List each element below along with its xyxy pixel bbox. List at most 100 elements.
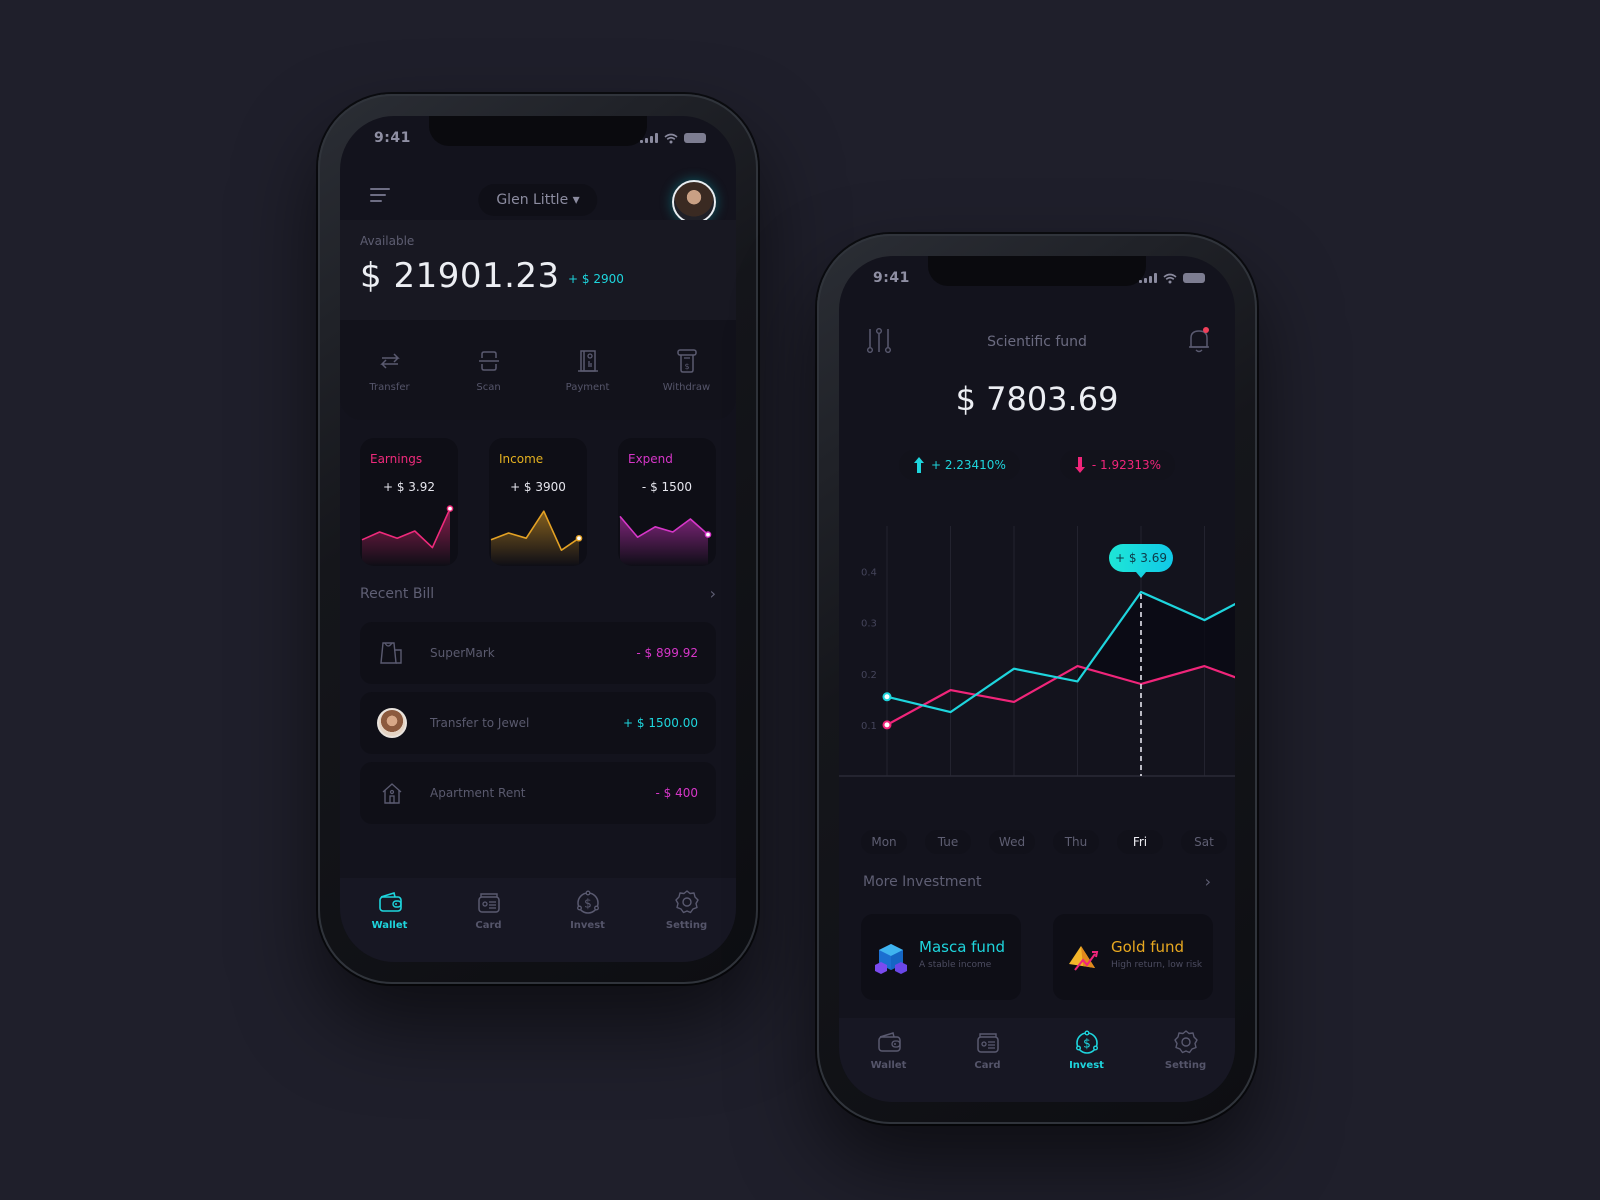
- menu-icon[interactable]: [370, 188, 390, 202]
- expend-sparkline: [619, 515, 712, 566]
- list-item[interactable]: SuperMark - $ 899.92: [360, 622, 716, 684]
- day-tue[interactable]: Tue: [925, 830, 971, 854]
- scan-icon: [478, 351, 499, 371]
- tab-card[interactable]: Card: [938, 1028, 1037, 1102]
- withdraw-icon: $: [676, 349, 697, 373]
- day-thu[interactable]: Thu: [1053, 830, 1099, 854]
- wallet-icon: [877, 1032, 901, 1052]
- wallet-phone: 9:41 Glen Little ▾ Available $ 21901.23 …: [318, 94, 758, 984]
- chevron-right-icon[interactable]: ›: [710, 584, 716, 603]
- wifi-icon: [1163, 273, 1177, 283]
- summary-cards: Earnings + $ 3.92 Income + $ 3900 Expend…: [360, 438, 716, 566]
- sparkline-end-point: [446, 505, 454, 512]
- recent-bill-header: Recent Bill ›: [360, 584, 716, 603]
- expend-value: - $ 1500: [641, 480, 693, 494]
- arrow-down-icon: [1074, 457, 1085, 473]
- card-icon: [477, 893, 500, 913]
- y-tick-label: 0.3: [861, 619, 877, 630]
- transfer-button[interactable]: Transfer: [340, 320, 439, 420]
- sparkline-end-point: [704, 531, 712, 538]
- wallet-screen: 9:41 Glen Little ▾ Available $ 21901.23 …: [340, 116, 736, 962]
- tab-invest[interactable]: $ Invest: [538, 888, 637, 962]
- y-tick-label: 0.1: [861, 721, 877, 732]
- cube-icon: [875, 944, 907, 974]
- tab-setting[interactable]: Setting: [637, 888, 736, 962]
- bell-icon[interactable]: [1187, 326, 1211, 354]
- account-selector[interactable]: Glen Little ▾: [478, 184, 598, 216]
- invest-icon: $: [1075, 1030, 1098, 1054]
- list-item[interactable]: Apartment Rent - $ 400: [360, 762, 716, 824]
- series-line-benchmark: [886, 665, 1235, 726]
- day-mon[interactable]: Mon: [861, 830, 907, 854]
- tab-wallet[interactable]: Wallet: [340, 888, 439, 962]
- expend-card[interactable]: Expend - $ 1500: [618, 438, 716, 566]
- day-sat[interactable]: Sat: [1181, 830, 1227, 854]
- bill-amount: - $ 400: [655, 786, 699, 800]
- card-icon: [976, 1033, 999, 1053]
- gold-pyramid-icon: [1069, 946, 1099, 971]
- house-icon: [376, 777, 408, 809]
- status-bar: 9:41: [839, 266, 1235, 290]
- masca-fund-card[interactable]: Masca fund A stable income: [861, 914, 1021, 1000]
- arrow-up-icon: [913, 457, 924, 473]
- available-label: Available: [360, 234, 415, 248]
- expend-title: Expend: [628, 452, 673, 466]
- withdraw-button[interactable]: $ Withdraw: [637, 320, 736, 420]
- scan-button[interactable]: Scan: [439, 320, 538, 420]
- series-start-point-fund: [882, 692, 892, 702]
- status-time: 9:41: [873, 270, 910, 286]
- tab-wallet[interactable]: Wallet: [839, 1028, 938, 1102]
- wifi-icon: [664, 133, 678, 143]
- more-investment-title: More Investment: [863, 873, 982, 890]
- fund-header: Scientific fund: [839, 320, 1235, 360]
- transfer-icon: [379, 353, 400, 369]
- tab-bar: Wallet Card $ Invest Setting: [340, 878, 736, 962]
- tab-bar: Wallet Card $ Invest Setting: [839, 1018, 1235, 1102]
- gold-fund-card[interactable]: Gold fund High return, low risk: [1053, 914, 1213, 1000]
- fund-line-chart[interactable]: 0.1 0.2 0.3 0.4 + $ 3.69: [839, 526, 1235, 816]
- payment-button[interactable]: Payment: [538, 320, 637, 420]
- payment-icon: [577, 350, 598, 372]
- gear-icon: [674, 890, 699, 914]
- down-change-chip: - 1.92313%: [1059, 450, 1176, 480]
- income-sparkline: [490, 510, 583, 566]
- y-tick-label: 0.4: [861, 568, 877, 579]
- day-selector: Mon Tue Wed Thu Fri Sat: [861, 830, 1235, 854]
- more-investment-header: More Investment ›: [863, 872, 1211, 891]
- invest-icon: $: [576, 890, 599, 914]
- signal-icon: [640, 133, 658, 143]
- earnings-card[interactable]: Earnings + $ 3.92: [360, 438, 458, 566]
- wallet-icon: [378, 891, 402, 912]
- battery-icon: [1183, 273, 1205, 283]
- bill-amount: + $ 1500.00: [623, 716, 698, 730]
- bill-amount: - $ 899.92: [636, 646, 698, 660]
- fund-title: Scientific fund: [987, 334, 1087, 350]
- recent-bill-title: Recent Bill: [360, 585, 435, 602]
- day-wed[interactable]: Wed: [989, 830, 1035, 854]
- investment-cards: Masca fund A stable income Gold fund Hig…: [861, 914, 1213, 1000]
- up-change-chip: + 2.23410%: [898, 450, 1020, 480]
- income-value: + $ 3900: [510, 480, 566, 494]
- status-bar: 9:41: [340, 126, 736, 150]
- income-card[interactable]: Income + $ 3900: [489, 438, 587, 566]
- tab-card[interactable]: Card: [439, 888, 538, 962]
- invest-phone: 9:41 Scientific fund $ 7803.69 + 2.23410…: [817, 234, 1257, 1124]
- list-item[interactable]: Transfer to Jewel + $ 1500.00: [360, 692, 716, 754]
- day-fri[interactable]: Fri: [1117, 830, 1163, 854]
- chart-tooltip: + $ 3.69: [1109, 544, 1173, 578]
- tab-invest[interactable]: $ Invest: [1037, 1028, 1136, 1102]
- signal-icon: [1139, 273, 1157, 283]
- series-start-point-benchmark: [882, 720, 892, 730]
- balance-delta: + $ 2900: [568, 272, 624, 286]
- earnings-value: + $ 3.92: [382, 480, 436, 494]
- chevron-right-icon[interactable]: ›: [1205, 872, 1211, 891]
- invest-screen: 9:41 Scientific fund $ 7803.69 + 2.23410…: [839, 256, 1235, 1102]
- tab-setting[interactable]: Setting: [1136, 1028, 1235, 1102]
- contact-avatar: [377, 708, 407, 738]
- shopping-bag-icon: [376, 637, 408, 669]
- status-time: 9:41: [374, 130, 411, 146]
- avatar[interactable]: [672, 180, 716, 224]
- svg-text:$: $: [684, 362, 689, 371]
- fund-value: $ 7803.69: [955, 380, 1119, 418]
- balance-amount: $ 21901.23: [360, 256, 560, 296]
